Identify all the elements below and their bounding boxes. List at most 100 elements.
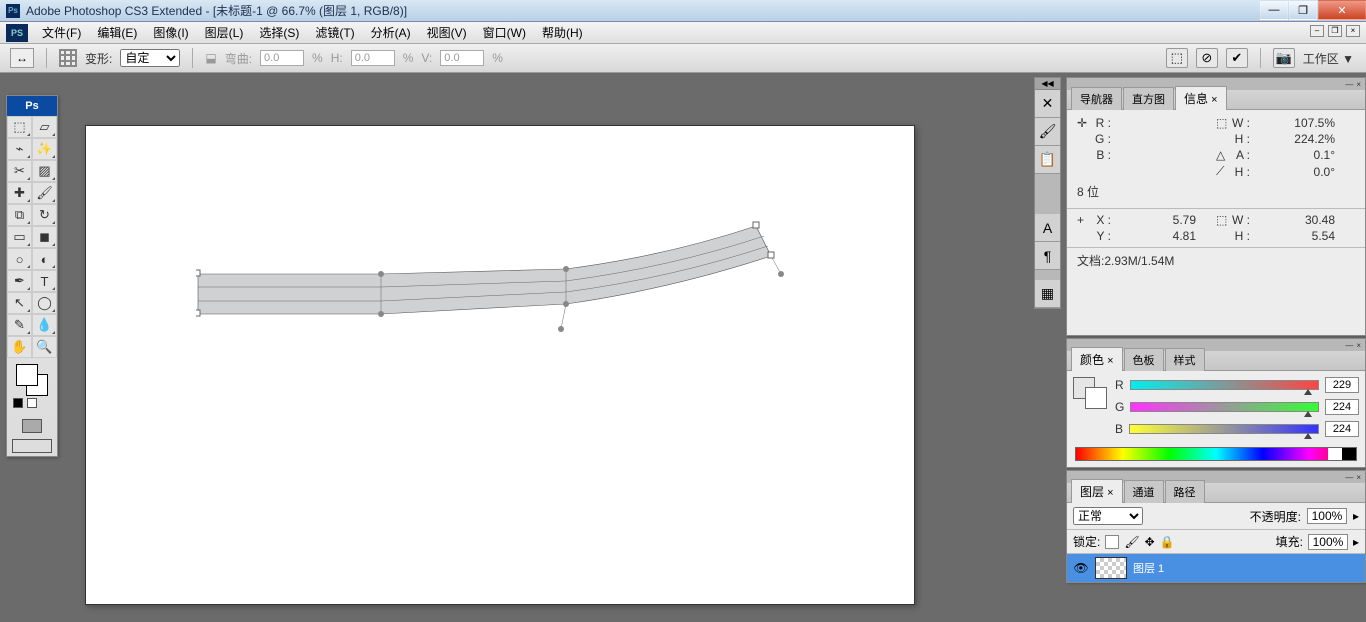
minimize-button[interactable]: — <box>1260 0 1288 20</box>
notes-tool[interactable]: ✎ <box>7 314 32 336</box>
orientation-icon[interactable]: ⬓ <box>205 51 216 65</box>
panel-minimize-icon[interactable]: — <box>1345 80 1353 89</box>
screen-mode-button[interactable] <box>12 439 52 453</box>
panel-minimize-icon[interactable]: — <box>1345 473 1353 482</box>
fill-input[interactable] <box>1308 534 1348 550</box>
menu-image[interactable]: 图像(I) <box>145 21 196 44</box>
panel-minimize-icon[interactable]: — <box>1345 341 1353 350</box>
menu-view[interactable]: 视图(V) <box>419 21 475 44</box>
strip-expand-icon[interactable]: ◀◀ <box>1035 78 1060 90</box>
type-tool[interactable]: T <box>32 270 57 292</box>
shape-tool[interactable]: ◯ <box>32 292 57 314</box>
strip-character[interactable]: A <box>1035 214 1060 242</box>
panel-close-icon[interactable]: × <box>1356 80 1361 89</box>
lasso-tool[interactable]: ⌁ <box>7 138 32 160</box>
doc-close-button[interactable]: × <box>1346 25 1360 37</box>
workspace-dropdown[interactable]: 工作区 ▼ <box>1303 50 1354 67</box>
opacity-input[interactable] <box>1307 508 1347 524</box>
strip-tool-presets[interactable]: ✕ <box>1035 90 1060 118</box>
default-colors-icon[interactable] <box>13 398 23 408</box>
visibility-toggle-icon[interactable]: 👁 <box>1073 560 1089 576</box>
maximize-button[interactable]: ❐ <box>1289 0 1317 20</box>
pen-tool[interactable]: ✒ <box>7 270 32 292</box>
panel-close-icon[interactable]: × <box>1356 341 1361 350</box>
tab-navigator[interactable]: 导航器 <box>1071 87 1122 110</box>
fill-flyout-icon[interactable]: ▸ <box>1353 535 1359 549</box>
blue-slider[interactable] <box>1129 424 1319 434</box>
bridge-icon[interactable]: 📷 <box>1273 48 1295 68</box>
tab-histogram[interactable]: 直方图 <box>1123 87 1174 110</box>
history-brush-tool[interactable]: ↻ <box>32 204 57 226</box>
tab-layers[interactable]: 图层 × <box>1071 479 1123 503</box>
ps-logo-icon[interactable]: PS <box>6 24 28 42</box>
brush-tool[interactable]: 🖌 <box>32 182 57 204</box>
menu-file[interactable]: 文件(F) <box>34 21 89 44</box>
eyedropper-tool[interactable]: 💧 <box>32 314 57 336</box>
dodge-tool[interactable]: ◐ <box>32 248 57 270</box>
toolbox-header[interactable]: Ps <box>7 96 57 116</box>
strip-clone[interactable]: 📋 <box>1035 146 1060 174</box>
switch-mode-icon[interactable]: ⬚ <box>1166 48 1188 68</box>
lock-position-icon[interactable]: ✥ <box>1145 535 1155 549</box>
warp-mode-select[interactable]: 自定 <box>120 49 180 67</box>
layer-thumbnail[interactable] <box>1095 557 1127 579</box>
standard-mode-button[interactable] <box>22 419 42 433</box>
strip-layers[interactable]: ▦ <box>1035 280 1060 308</box>
commit-transform-button[interactable]: ✔ <box>1226 48 1248 68</box>
menu-select[interactable]: 选择(S) <box>251 21 307 44</box>
panel-close-icon[interactable]: × <box>1356 473 1361 482</box>
crop-tool[interactable]: ✂ <box>7 160 32 182</box>
menu-help[interactable]: 帮助(H) <box>534 21 591 44</box>
foreground-color-swatch[interactable] <box>16 364 38 386</box>
bend-input[interactable] <box>260 50 304 66</box>
lock-all-icon[interactable]: 🔒 <box>1160 535 1175 549</box>
cancel-transform-button[interactable]: ⊘ <box>1196 48 1218 68</box>
tab-swatches[interactable]: 色板 <box>1124 348 1164 371</box>
h-input[interactable] <box>351 50 395 66</box>
color-ramp[interactable] <box>1075 447 1357 461</box>
warp-grid-icon[interactable] <box>59 49 77 67</box>
strip-paragraph[interactable]: ¶ <box>1035 242 1060 270</box>
lock-pixels-icon[interactable]: 🖌 <box>1124 535 1139 549</box>
tab-paths[interactable]: 路径 <box>1165 480 1205 503</box>
blend-mode-select[interactable]: 正常 <box>1073 507 1143 525</box>
eraser-tool[interactable]: ▭ <box>7 226 32 248</box>
lock-transparency-icon[interactable] <box>1105 535 1119 549</box>
red-slider[interactable] <box>1130 380 1319 390</box>
healing-tool[interactable]: ✚ <box>7 182 32 204</box>
doc-restore-button[interactable]: ❐ <box>1328 25 1342 37</box>
tab-styles[interactable]: 样式 <box>1165 348 1205 371</box>
tool-indicator-icon[interactable]: ↔ <box>10 48 34 68</box>
menu-analysis[interactable]: 分析(A) <box>363 21 419 44</box>
stamp-tool[interactable]: ⧉ <box>7 204 32 226</box>
warp-shape[interactable] <box>196 214 796 364</box>
marquee-tool[interactable]: ▱ <box>32 116 57 138</box>
move-tool[interactable]: ⬚ <box>7 116 32 138</box>
green-slider[interactable] <box>1130 402 1319 412</box>
layer-name-label[interactable]: 图层 1 <box>1133 560 1164 576</box>
opacity-flyout-icon[interactable]: ▸ <box>1353 509 1359 523</box>
tab-info[interactable]: 信息 × <box>1175 86 1227 110</box>
strip-brushes[interactable]: 🖌 <box>1035 118 1060 146</box>
red-input[interactable] <box>1325 377 1359 393</box>
v-input[interactable] <box>440 50 484 66</box>
layer-row[interactable]: 👁 图层 1 <box>1067 554 1365 582</box>
blue-input[interactable] <box>1325 421 1359 437</box>
swap-colors-icon[interactable] <box>27 398 37 408</box>
doc-min-button[interactable]: – <box>1310 25 1324 37</box>
gradient-tool[interactable]: ◼ <box>32 226 57 248</box>
slice-tool[interactable]: ▨ <box>32 160 57 182</box>
tab-channels[interactable]: 通道 <box>1124 480 1164 503</box>
path-select-tool[interactable]: ↖ <box>7 292 32 314</box>
canvas[interactable] <box>85 125 915 605</box>
hand-tool[interactable]: ✋ <box>7 336 32 358</box>
color-picker-swatches[interactable] <box>1073 377 1109 409</box>
tab-color[interactable]: 颜色 × <box>1071 347 1123 371</box>
wand-tool[interactable]: ✨ <box>32 138 57 160</box>
close-button[interactable]: ✕ <box>1318 0 1366 20</box>
menu-window[interactable]: 窗口(W) <box>475 21 534 44</box>
green-input[interactable] <box>1325 399 1359 415</box>
menu-filter[interactable]: 滤镜(T) <box>307 21 362 44</box>
zoom-tool[interactable]: 🔍 <box>32 336 57 358</box>
blur-tool[interactable]: ○ <box>7 248 32 270</box>
